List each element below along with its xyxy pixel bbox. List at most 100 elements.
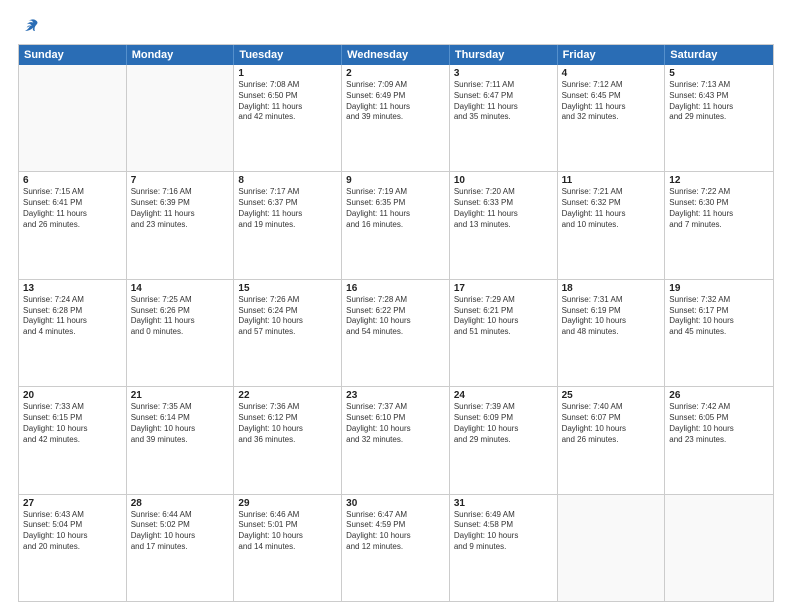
cell-info-line: Daylight: 11 hours	[346, 209, 445, 220]
cell-info-line: Sunset: 6:07 PM	[562, 413, 661, 424]
day-header-friday: Friday	[558, 45, 666, 65]
cell-info-line: Sunrise: 7:42 AM	[669, 402, 769, 413]
calendar-cell: 21Sunrise: 7:35 AMSunset: 6:14 PMDayligh…	[127, 387, 235, 493]
cell-info-line: Sunset: 6:19 PM	[562, 306, 661, 317]
day-number: 11	[562, 175, 661, 186]
cell-info-line: Sunset: 6:33 PM	[454, 198, 553, 209]
cell-info-line: Sunrise: 7:08 AM	[238, 80, 337, 91]
cell-info-line: Sunrise: 7:39 AM	[454, 402, 553, 413]
day-number: 14	[131, 283, 230, 294]
cell-info-line: Daylight: 10 hours	[669, 424, 769, 435]
cell-info-line: and 45 minutes.	[669, 327, 769, 338]
calendar-cell: 30Sunrise: 6:47 AMSunset: 4:59 PMDayligh…	[342, 495, 450, 601]
cell-info-line: Sunset: 6:12 PM	[238, 413, 337, 424]
day-header-wednesday: Wednesday	[342, 45, 450, 65]
cell-info-line: Daylight: 11 hours	[23, 316, 122, 327]
calendar-header: SundayMondayTuesdayWednesdayThursdayFrid…	[19, 45, 773, 65]
cell-info-line: Daylight: 10 hours	[454, 316, 553, 327]
cell-info-line: and 29 minutes.	[454, 435, 553, 446]
day-number: 26	[669, 390, 769, 401]
day-number: 1	[238, 68, 337, 79]
cell-info-line: Sunset: 6:35 PM	[346, 198, 445, 209]
cell-info-line: Daylight: 10 hours	[238, 316, 337, 327]
cell-info-line: Sunrise: 7:19 AM	[346, 187, 445, 198]
cell-info-line: Sunrise: 7:29 AM	[454, 295, 553, 306]
cell-info-line: and 14 minutes.	[238, 542, 337, 553]
cell-info-line: Sunset: 6:43 PM	[669, 91, 769, 102]
cell-info-line: Sunset: 6:26 PM	[131, 306, 230, 317]
calendar-row-3: 13Sunrise: 7:24 AMSunset: 6:28 PMDayligh…	[19, 279, 773, 386]
day-number: 7	[131, 175, 230, 186]
cell-info-line: Daylight: 11 hours	[23, 209, 122, 220]
cell-info-line: Sunrise: 7:32 AM	[669, 295, 769, 306]
cell-info-line: Sunrise: 7:15 AM	[23, 187, 122, 198]
cell-info-line: and 4 minutes.	[23, 327, 122, 338]
cell-info-line: Sunrise: 7:31 AM	[562, 295, 661, 306]
day-number: 19	[669, 283, 769, 294]
calendar-cell: 29Sunrise: 6:46 AMSunset: 5:01 PMDayligh…	[234, 495, 342, 601]
cell-info-line: Daylight: 10 hours	[346, 316, 445, 327]
cell-info-line: Sunrise: 7:22 AM	[669, 187, 769, 198]
cell-info-line: and 26 minutes.	[23, 220, 122, 231]
cell-info-line: and 48 minutes.	[562, 327, 661, 338]
day-number: 16	[346, 283, 445, 294]
cell-info-line: Sunset: 4:59 PM	[346, 520, 445, 531]
cell-info-line: and 35 minutes.	[454, 112, 553, 123]
cell-info-line: Sunrise: 7:36 AM	[238, 402, 337, 413]
cell-info-line: Sunrise: 7:37 AM	[346, 402, 445, 413]
calendar-cell: 25Sunrise: 7:40 AMSunset: 6:07 PMDayligh…	[558, 387, 666, 493]
cell-info-line: and 0 minutes.	[131, 327, 230, 338]
cell-info-line: Sunset: 6:05 PM	[669, 413, 769, 424]
cell-info-line: Sunset: 6:28 PM	[23, 306, 122, 317]
calendar-row-2: 6Sunrise: 7:15 AMSunset: 6:41 PMDaylight…	[19, 171, 773, 278]
cell-info-line: Sunset: 6:37 PM	[238, 198, 337, 209]
cell-info-line: Sunrise: 7:11 AM	[454, 80, 553, 91]
day-number: 10	[454, 175, 553, 186]
page: SundayMondayTuesdayWednesdayThursdayFrid…	[0, 0, 792, 612]
cell-info-line: Sunset: 6:24 PM	[238, 306, 337, 317]
cell-info-line: and 23 minutes.	[669, 435, 769, 446]
calendar-cell	[558, 495, 666, 601]
calendar-cell: 10Sunrise: 7:20 AMSunset: 6:33 PMDayligh…	[450, 172, 558, 278]
cell-info-line: and 9 minutes.	[454, 542, 553, 553]
cell-info-line: Daylight: 10 hours	[454, 531, 553, 542]
cell-info-line: and 36 minutes.	[238, 435, 337, 446]
day-number: 20	[23, 390, 122, 401]
cell-info-line: Sunset: 6:15 PM	[23, 413, 122, 424]
cell-info-line: and 23 minutes.	[131, 220, 230, 231]
calendar-row-1: 1Sunrise: 7:08 AMSunset: 6:50 PMDaylight…	[19, 65, 773, 171]
day-number: 6	[23, 175, 122, 186]
cell-info-line: and 19 minutes.	[238, 220, 337, 231]
cell-info-line: Daylight: 11 hours	[669, 102, 769, 113]
calendar-cell: 3Sunrise: 7:11 AMSunset: 6:47 PMDaylight…	[450, 65, 558, 171]
cell-info-line: Daylight: 10 hours	[346, 424, 445, 435]
cell-info-line: and 39 minutes.	[131, 435, 230, 446]
day-header-saturday: Saturday	[665, 45, 773, 65]
cell-info-line: and 20 minutes.	[23, 542, 122, 553]
cell-info-line: and 16 minutes.	[346, 220, 445, 231]
cell-info-line: Daylight: 11 hours	[131, 209, 230, 220]
cell-info-line: Daylight: 10 hours	[562, 424, 661, 435]
cell-info-line: Sunrise: 6:47 AM	[346, 510, 445, 521]
calendar-cell: 1Sunrise: 7:08 AMSunset: 6:50 PMDaylight…	[234, 65, 342, 171]
cell-info-line: Sunrise: 7:12 AM	[562, 80, 661, 91]
calendar-cell	[19, 65, 127, 171]
cell-info-line: Sunrise: 7:09 AM	[346, 80, 445, 91]
cell-info-line: Sunset: 6:41 PM	[23, 198, 122, 209]
day-number: 22	[238, 390, 337, 401]
cell-info-line: and 54 minutes.	[346, 327, 445, 338]
cell-info-line: Daylight: 10 hours	[23, 531, 122, 542]
day-number: 28	[131, 498, 230, 509]
calendar-cell	[665, 495, 773, 601]
day-number: 21	[131, 390, 230, 401]
day-number: 29	[238, 498, 337, 509]
calendar-cell: 4Sunrise: 7:12 AMSunset: 6:45 PMDaylight…	[558, 65, 666, 171]
day-number: 9	[346, 175, 445, 186]
day-number: 25	[562, 390, 661, 401]
cell-info-line: Daylight: 10 hours	[238, 424, 337, 435]
cell-info-line: and 39 minutes.	[346, 112, 445, 123]
cell-info-line: Daylight: 11 hours	[562, 209, 661, 220]
day-number: 30	[346, 498, 445, 509]
cell-info-line: Sunset: 6:39 PM	[131, 198, 230, 209]
cell-info-line: Sunrise: 7:13 AM	[669, 80, 769, 91]
